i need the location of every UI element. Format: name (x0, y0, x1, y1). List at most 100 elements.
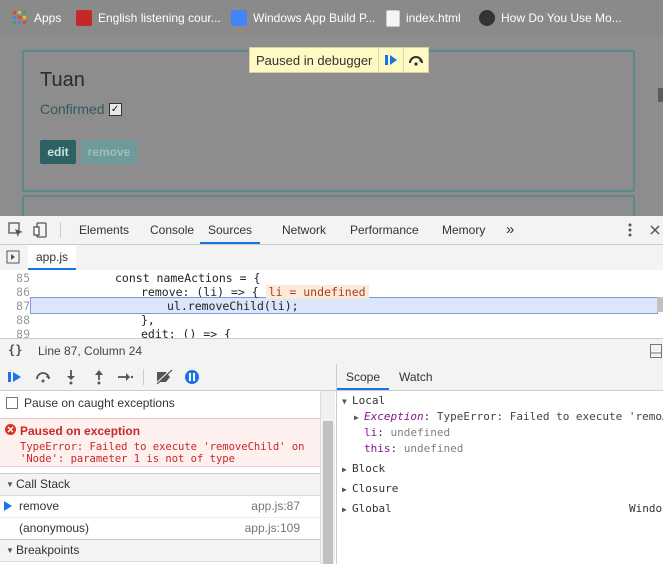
collapsed-triangle-icon: ▶ (342, 485, 347, 494)
confirmed-checkbox[interactable]: ✓ (108, 102, 122, 116)
call-stack-label: Call Stack (16, 477, 71, 491)
scope-watch-tabbar: Scope Watch (337, 364, 663, 391)
property-value: undefined (390, 426, 451, 439)
sidebar-scrollbar[interactable] (320, 391, 335, 564)
tab-sources[interactable]: Sources (200, 216, 261, 244)
line-number[interactable]: 86 (0, 285, 30, 299)
scope-this-property[interactable]: this: undefined (364, 442, 463, 455)
scope-block[interactable]: ▶ Block (342, 462, 385, 475)
bookmark-windows-app-build[interactable]: Windows App Build P... (231, 0, 376, 36)
resume-icon[interactable] (7, 369, 23, 385)
line-number[interactable]: 85 (0, 271, 30, 285)
code-line: ul.removeChild(li); (167, 299, 299, 313)
file-tab-app-js[interactable]: app.js (28, 245, 77, 270)
bookmark-label: Apps (34, 11, 62, 25)
code-line: const nameActions = { (115, 271, 261, 285)
exception-message: TypeError: Failed to execute 'removeChil… (20, 441, 305, 465)
toggle-sidebar-icon[interactable] (650, 344, 662, 361)
code-editor[interactable]: 85 86 87 88 89 const nameActions = { rem… (0, 270, 663, 338)
step-over-icon[interactable] (35, 369, 51, 385)
paused-debugger-banner: Paused in debugger (249, 47, 430, 73)
bookmark-how-do-you-use[interactable]: How Do You Use Mo... (479, 0, 622, 36)
bookmark-label: English listening cour... (98, 11, 221, 25)
scope-global-label: Global (352, 502, 392, 515)
bookmark-apps[interactable]: Apps (12, 0, 61, 36)
line-number[interactable]: 89 (0, 327, 30, 338)
deactivate-breakpoints-icon[interactable] (155, 369, 173, 385)
resume-icon (385, 55, 398, 65)
collapsed-triangle-icon: ▶ (354, 413, 359, 422)
step-icon[interactable] (117, 369, 134, 385)
call-frame[interactable]: remove app.js:87 (0, 495, 320, 518)
code-line: edit: () => { (141, 327, 232, 338)
step-out-icon[interactable] (91, 369, 107, 385)
current-frame-arrow-icon (4, 501, 12, 511)
pause-caught-label: Pause on caught exceptions (24, 396, 175, 410)
tab-watch[interactable]: Watch (390, 364, 442, 388)
bookmark-english-listening[interactable]: English listening cour... (76, 0, 221, 36)
line-number[interactable]: 87 (0, 299, 30, 313)
call-stack-header[interactable]: ▼ Call Stack (0, 473, 320, 496)
tab-memory[interactable]: Memory (442, 216, 485, 244)
debugger-toolbar (0, 364, 337, 391)
scope-closure-label: Closure (352, 482, 399, 495)
frame-location[interactable]: app.js:109 (245, 517, 300, 539)
pause-caught-exceptions-option[interactable]: Pause on caught exceptions (6, 395, 175, 411)
device-toolbar-icon[interactable] (33, 222, 49, 238)
scope-li-property[interactable]: li: undefined (364, 426, 450, 439)
paused-debugger-text: Paused in debugger (256, 52, 373, 68)
tab-elements[interactable]: Elements (79, 216, 129, 244)
tab-console[interactable]: Console (150, 216, 194, 244)
code-scrollbar-thumb[interactable] (657, 297, 663, 312)
code-text: remove: (li) => { (141, 285, 259, 299)
step-over-icon (409, 56, 424, 66)
tab-network[interactable]: Network (282, 216, 326, 244)
expanded-triangle-icon: ▼ (6, 546, 14, 555)
line-number[interactable]: 88 (0, 313, 30, 327)
page-scrollbar-thumb[interactable] (658, 88, 663, 102)
confirmed-label: Confirmed ✓ (40, 101, 122, 117)
google-doc-icon (231, 10, 247, 26)
inline-value: li = undefined (265, 285, 369, 299)
sidebar-scrollbar-thumb[interactable] (323, 421, 333, 564)
step-over-button[interactable] (403, 48, 428, 72)
close-icon[interactable] (648, 222, 662, 238)
pretty-print-button[interactable]: {} (8, 343, 22, 357)
property-name: li (364, 426, 378, 439)
inspect-element-icon[interactable] (8, 222, 24, 238)
paused-reason-title: Paused on exception (20, 424, 141, 438)
bookmarks-bar: Apps English listening cour... Windows A… (0, 0, 663, 36)
breakpoints-header[interactable]: ▼ Breakpoints (0, 539, 320, 562)
frame-location[interactable]: app.js:87 (251, 495, 300, 517)
breakpoints-label: Breakpoints (16, 543, 80, 557)
property-name: this (364, 442, 391, 455)
property-value: TypeError: Failed to execute 'remo… (436, 410, 663, 423)
toggle-navigator-icon[interactable] (6, 250, 20, 267)
edit-button[interactable]: edit (40, 140, 76, 164)
scope-exception-property[interactable]: ▶ Exception: TypeError: Failed to execute… (354, 410, 663, 423)
scope-watch-pane: Scope Watch ▼ Local ▶ Exception: TypeError… (336, 364, 663, 564)
call-frame[interactable]: (anonymous) app.js:109 (0, 517, 320, 540)
frame-function: (anonymous) (19, 521, 90, 535)
property-name: Exception (364, 410, 424, 423)
bookmark-label: index.html (406, 11, 461, 25)
remove-button[interactable]: remove (81, 140, 137, 164)
tab-scope[interactable]: Scope (337, 364, 390, 390)
scope-global[interactable]: ▶ Global (342, 502, 392, 515)
code-line: remove: (li) => { li = undefined (141, 285, 369, 299)
scope-block-label: Block (352, 462, 386, 475)
expanded-triangle-icon: ▼ (6, 480, 14, 489)
pause-caught-checkbox[interactable] (6, 397, 18, 409)
confirmed-text: Confirmed (40, 101, 105, 117)
more-options-icon[interactable] (622, 222, 638, 238)
editor-tabbar: app.js (0, 245, 663, 271)
tab-performance[interactable]: Performance (350, 216, 419, 244)
scope-local[interactable]: ▼ Local (342, 394, 385, 407)
scope-closure[interactable]: ▶ Closure (342, 482, 398, 495)
cursor-position: Line 87, Column 24 (38, 344, 143, 358)
pause-on-exceptions-icon[interactable] (184, 369, 200, 385)
bookmark-index-html[interactable]: index.html (386, 0, 461, 36)
step-into-icon[interactable] (63, 369, 79, 385)
more-tabs-button[interactable]: » (506, 216, 514, 244)
resume-button[interactable] (378, 48, 403, 72)
